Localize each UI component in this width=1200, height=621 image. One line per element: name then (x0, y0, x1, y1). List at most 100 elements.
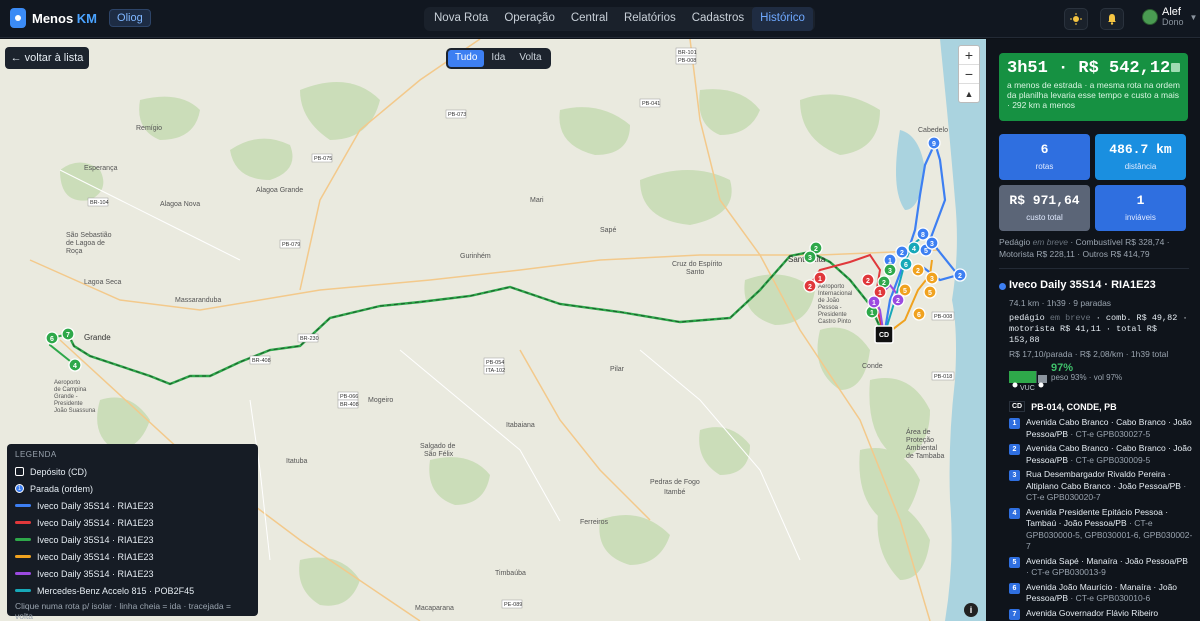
list-item[interactable]: 2 Avenida Cabo Branco · Cabo Branco · Joã… (1009, 443, 1193, 466)
svg-text:PB-066: PB-066 (340, 394, 358, 400)
svg-text:1: 1 (870, 310, 874, 317)
vehicle-title[interactable]: Iveco Daily 35S14 · RIA1E23 (1009, 279, 1156, 291)
legend-route[interactable]: Iveco Daily 35S14 · RIA1E23 (15, 497, 250, 514)
brand[interactable]: Menos KM Oliog (10, 8, 151, 28)
svg-text:de João: de João (818, 298, 840, 304)
route-color-dot (999, 283, 1006, 290)
list-item[interactable]: 4 Avenida Presidente Epitácio Pessoa · Ta… (1009, 507, 1193, 553)
nav-nova-rota[interactable]: Nova Rota (426, 7, 496, 31)
list-item[interactable]: 1 Avenida Cabo Branco · Cabo Branco · Joã… (1009, 417, 1193, 440)
svg-text:Proteção: Proteção (906, 437, 934, 444)
svg-text:ITA-102: ITA-102 (486, 368, 505, 374)
svg-text:3: 3 (930, 276, 934, 283)
svg-text:7: 7 (66, 332, 70, 339)
svg-text:Área de: Área de (906, 427, 931, 436)
svg-text:Grande -: Grande - (54, 394, 78, 400)
list-item[interactable]: 5 Avenida Sapé · Manaíra · João Pessoa/PB… (1009, 556, 1193, 579)
bell-icon (1108, 14, 1116, 25)
svg-text:Itabaiana: Itabaiana (506, 422, 535, 429)
svg-text:Massaranduba: Massaranduba (175, 297, 221, 304)
theme-toggle-button[interactable] (1064, 8, 1088, 30)
nav-operacao[interactable]: Operação (496, 7, 563, 31)
svg-text:2: 2 (866, 278, 870, 285)
depot-square-icon (15, 467, 24, 476)
divider (999, 268, 1189, 269)
route-line-icon (15, 521, 31, 524)
depot-address: PB-014, CONDE, PB (1031, 401, 1117, 412)
zoom-out-button[interactable]: − (959, 65, 979, 84)
svg-text:BR-104: BR-104 (90, 200, 109, 206)
svg-text:São Félix: São Félix (424, 451, 454, 458)
svg-text:Macaparana: Macaparana (415, 605, 454, 612)
svg-text:PB-008: PB-008 (678, 58, 696, 64)
sun-icon (1070, 13, 1082, 25)
stat-distance: 486.7 km distância (1095, 134, 1186, 180)
tenant-badge[interactable]: Oliog (109, 9, 151, 27)
stop-circle-icon: 1 (15, 484, 24, 493)
legend-depot: Depósito (CD) (15, 463, 250, 480)
direction-volta-button[interactable]: Volta (512, 50, 548, 67)
stop-marker-blue-9: 9 (927, 136, 941, 150)
legend-route[interactable]: Iveco Daily 35S14 · RIA1E23 (15, 531, 250, 548)
svg-text:1: 1 (878, 290, 882, 297)
info-icon[interactable]: i (964, 603, 978, 617)
compass-icon[interactable]: ▲ (959, 84, 979, 103)
nav-central[interactable]: Central (563, 7, 616, 31)
svg-text:BR-230: BR-230 (300, 336, 319, 342)
svg-text:6: 6 (50, 336, 54, 343)
svg-text:4: 4 (912, 246, 916, 253)
svg-text:BR-408: BR-408 (252, 358, 271, 364)
zoom-controls: + − ▲ (958, 45, 980, 103)
list-item[interactable]: 3 Rua Desembargador Rivaldo Pereira · Alt… (1009, 469, 1193, 504)
stat-infeasible: 1 inviáveis (1095, 185, 1186, 231)
svg-text:3: 3 (808, 255, 812, 262)
vehicle-class: VUC (1020, 385, 1035, 392)
route-line-icon (15, 555, 31, 558)
user-menu[interactable]: Alef Dono ▼ (1142, 7, 1197, 27)
cost-breakdown: Pedágio em breve · Combustível R$ 328,74… (999, 237, 1170, 259)
legend-route[interactable]: Iveco Daily 35S14 · RIA1E23 (15, 565, 250, 582)
svg-text:Sapé: Sapé (600, 227, 616, 234)
svg-text:Itambé: Itambé (664, 489, 686, 496)
direction-toggle: Tudo Ida Volta (446, 48, 551, 69)
svg-text:Pessoa -: Pessoa - (818, 305, 842, 311)
user-name: Alef (1162, 6, 1181, 18)
savings-card: 3h51 · R$ 542,12 a menos de estrada · a … (999, 53, 1188, 121)
svg-text:de Campina: de Campina (54, 387, 87, 393)
nav-cadastros[interactable]: Cadastros (684, 7, 752, 31)
svg-text:Pedras de Fogo: Pedras de Fogo (650, 479, 700, 486)
svg-text:3: 3 (930, 241, 934, 248)
svg-text:3: 3 (888, 268, 892, 275)
savings-description: a menos de estrada · a mesma rota na ord… (1007, 80, 1180, 110)
svg-text:Itatuba: Itatuba (286, 458, 308, 465)
svg-text:Ambiental: Ambiental (906, 445, 938, 452)
legend-route[interactable]: Iveco Daily 35S14 · RIA1E23 (15, 514, 250, 531)
svg-text:6: 6 (904, 262, 908, 269)
stat-routes: 6 rotas (999, 134, 1090, 180)
svg-text:5: 5 (924, 248, 928, 255)
direction-ida-button[interactable]: Ida (484, 50, 512, 67)
zoom-in-button[interactable]: + (959, 46, 979, 65)
svg-text:Castro Pinto: Castro Pinto (818, 319, 852, 325)
summary-panel: 3h51 · R$ 542,12 a menos de estrada · a … (987, 39, 1200, 621)
legend-note: Clique numa rota p/ isolar · linha cheia… (15, 601, 231, 621)
notifications-button[interactable] (1100, 8, 1124, 30)
svg-text:PB-075: PB-075 (314, 156, 332, 162)
svg-text:2: 2 (814, 246, 818, 253)
svg-text:São Sebastião: São Sebastião (66, 232, 112, 239)
chevron-down-icon: ▼ (1189, 12, 1198, 22)
nav-historico[interactable]: Histórico (752, 7, 813, 31)
svg-text:Roça: Roça (66, 248, 82, 255)
list-item[interactable]: 6 Avenida João Maurício · Manaíra · João … (1009, 582, 1193, 605)
nav-relatorios[interactable]: Relatórios (616, 7, 684, 31)
svg-text:Cabedelo: Cabedelo (918, 127, 948, 134)
legend-route[interactable]: Mercedes-Benz Accelo 815 · POB2F45 (15, 582, 250, 599)
back-to-list-button[interactable]: ← voltar à lista (5, 47, 89, 69)
svg-text:1: 1 (872, 300, 876, 307)
legend-route[interactable]: Iveco Daily 35S14 · RIA1E23 (15, 548, 250, 565)
direction-all-button[interactable]: Tudo (448, 50, 485, 67)
list-item[interactable]: 7 Avenida Governador Flávio Ribeiro (1009, 608, 1193, 620)
svg-text:CD: CD (879, 332, 889, 339)
svg-text:Mari: Mari (530, 197, 544, 204)
svg-text:Remígio: Remígio (136, 125, 162, 132)
